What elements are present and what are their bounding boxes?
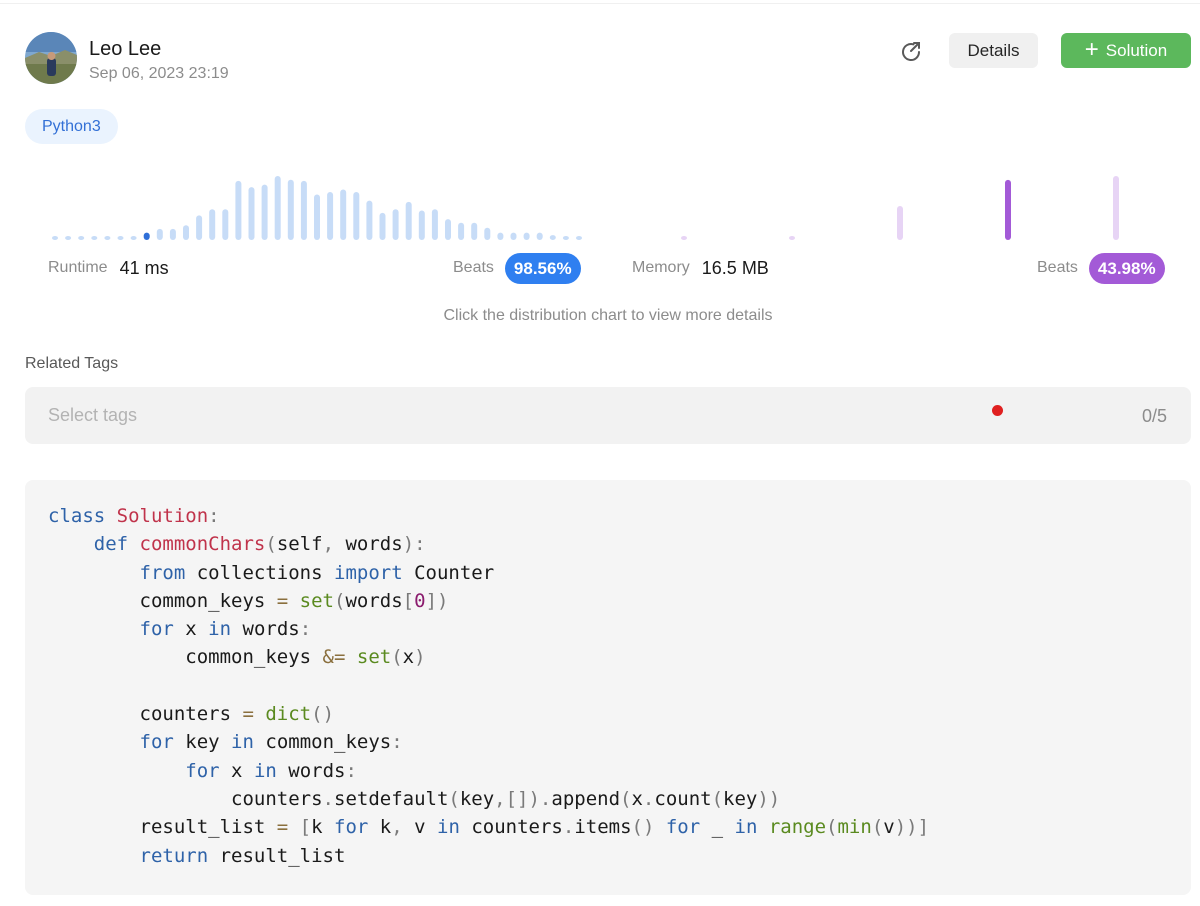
distribution-bar[interactable]	[248, 187, 255, 240]
code-line: class Solution:	[48, 505, 220, 527]
code-line: counters.setdefault(key,[]).append(x.cou…	[48, 787, 781, 810]
distribution-bar[interactable]	[536, 232, 543, 240]
distribution-bar[interactable]	[418, 210, 425, 240]
code-line: for x in words:	[185, 759, 357, 782]
distribution-bar[interactable]	[897, 206, 903, 240]
distribution-bar[interactable]	[562, 236, 569, 240]
code-line: counters = dict()	[48, 703, 335, 726]
runtime-beats-badge: 98.56%	[504, 252, 581, 284]
avatar[interactable]	[25, 32, 77, 84]
memory-beats-label: Beats	[1037, 259, 1078, 276]
runtime-label: Runtime	[48, 259, 108, 276]
distribution-bar[interactable]	[471, 222, 478, 240]
distribution-bar[interactable]	[353, 192, 360, 240]
distribution-bar[interactable]	[1005, 179, 1011, 240]
distribution-bar[interactable]	[169, 228, 176, 240]
distribution-bar[interactable]	[497, 232, 504, 240]
distribution-bar[interactable]	[300, 180, 307, 240]
distribution-bar[interactable]	[287, 179, 294, 240]
distribution-bar[interactable]	[196, 215, 203, 240]
distribution-bar[interactable]	[209, 209, 216, 240]
distribution-bar[interactable]	[523, 232, 530, 240]
distribution-bar[interactable]	[484, 227, 491, 240]
distribution-bar[interactable]	[314, 194, 320, 240]
distribution-bar[interactable]	[183, 225, 189, 240]
share-icon[interactable]	[897, 38, 925, 66]
distribution-bar[interactable]	[431, 209, 438, 240]
chart-hint: Click the distribution chart to view mor…	[443, 307, 773, 324]
code-line: def commonChars(self, words):	[93, 533, 426, 556]
distribution-bar[interactable]	[549, 235, 556, 240]
runtime-stat: Runtime 41 ms	[48, 252, 169, 284]
distribution-bar[interactable]	[510, 232, 517, 240]
cursor-indicator	[992, 405, 1003, 416]
runtime-distribution-chart[interactable]	[25, 168, 585, 248]
distribution-bar[interactable]	[340, 189, 347, 240]
distribution-bar[interactable]	[235, 180, 242, 240]
memory-beats: Beats 43.98%	[1037, 252, 1165, 284]
distribution-bar[interactable]	[261, 184, 268, 240]
memory-stat: Memory 16.5 MB	[632, 252, 769, 284]
solution-header: Leo Lee Sep 06, 2023 23:19 Details + Sol…	[25, 32, 1191, 88]
author-name[interactable]: Leo Lee	[89, 38, 161, 61]
memory-label: Memory	[632, 259, 690, 276]
distribution-bar[interactable]	[405, 201, 412, 240]
code-lines: class Solution: def commonChars(self, wo…	[48, 502, 1191, 870]
distribution-bar[interactable]	[379, 212, 386, 240]
code-line: result_list = [k for k, v in counters.it…	[48, 816, 930, 839]
distribution-bar[interactable]	[104, 236, 111, 240]
distribution-bar[interactable]	[143, 232, 150, 240]
distribution-bar[interactable]	[52, 236, 58, 240]
distribution-bar[interactable]	[130, 236, 137, 240]
language-tag[interactable]: Python3	[25, 109, 118, 144]
plus-icon: +	[1084, 35, 1099, 63]
distribution-bar[interactable]	[366, 200, 373, 240]
tags-select-placeholder: Select tags	[48, 405, 138, 425]
distribution-bar[interactable]	[156, 228, 163, 240]
distribution-bar[interactable]	[789, 236, 795, 240]
runtime-beats: Beats 98.56%	[453, 252, 581, 284]
code-line: for key in common_keys:	[139, 731, 403, 754]
details-button[interactable]: Details	[949, 33, 1038, 68]
distribution-bar[interactable]	[576, 236, 582, 240]
code-line: common_keys = set(words[0])	[48, 589, 449, 612]
submission-date: Sep 06, 2023 23:19	[89, 65, 229, 82]
distribution-bar[interactable]	[117, 236, 124, 240]
tags-select[interactable]: Select tags 0/5	[25, 387, 1191, 444]
distribution-bar[interactable]	[65, 236, 72, 240]
distribution-bar[interactable]	[392, 209, 399, 240]
code-line: for x in words:	[139, 618, 312, 641]
distribution-bar[interactable]	[1113, 176, 1119, 240]
distribution-bar[interactable]	[445, 219, 451, 240]
distribution-bar[interactable]	[222, 209, 229, 240]
post-solution-button[interactable]: + Solution	[1061, 33, 1191, 68]
memory-beats-badge: 43.98%	[1088, 252, 1165, 284]
top-divider	[0, 0, 1200, 4]
distribution-bar[interactable]	[458, 222, 465, 240]
distribution-chart[interactable]	[25, 168, 1191, 248]
distribution-bar[interactable]	[78, 236, 85, 240]
solution-button-label: Solution	[1105, 40, 1168, 60]
code-line: return result_list	[139, 844, 346, 867]
distribution-bar[interactable]	[681, 236, 687, 240]
distribution-bar[interactable]	[327, 192, 334, 240]
memory-distribution-chart[interactable]	[631, 168, 1191, 248]
code-block[interactable]: class Solution: def commonChars(self, wo…	[25, 480, 1191, 895]
memory-value: 16.5 MB	[701, 257, 769, 278]
tags-count: 0/5	[1141, 406, 1167, 426]
runtime-beats-label: Beats	[453, 259, 494, 276]
distribution-bar[interactable]	[91, 236, 98, 240]
distribution-bar[interactable]	[274, 176, 281, 240]
runtime-value: 41 ms	[119, 257, 169, 278]
code-line: from collections import Counter	[139, 561, 495, 584]
code-line: common_keys &= set(x)	[48, 646, 426, 669]
related-tags-title: Related Tags	[25, 355, 119, 372]
